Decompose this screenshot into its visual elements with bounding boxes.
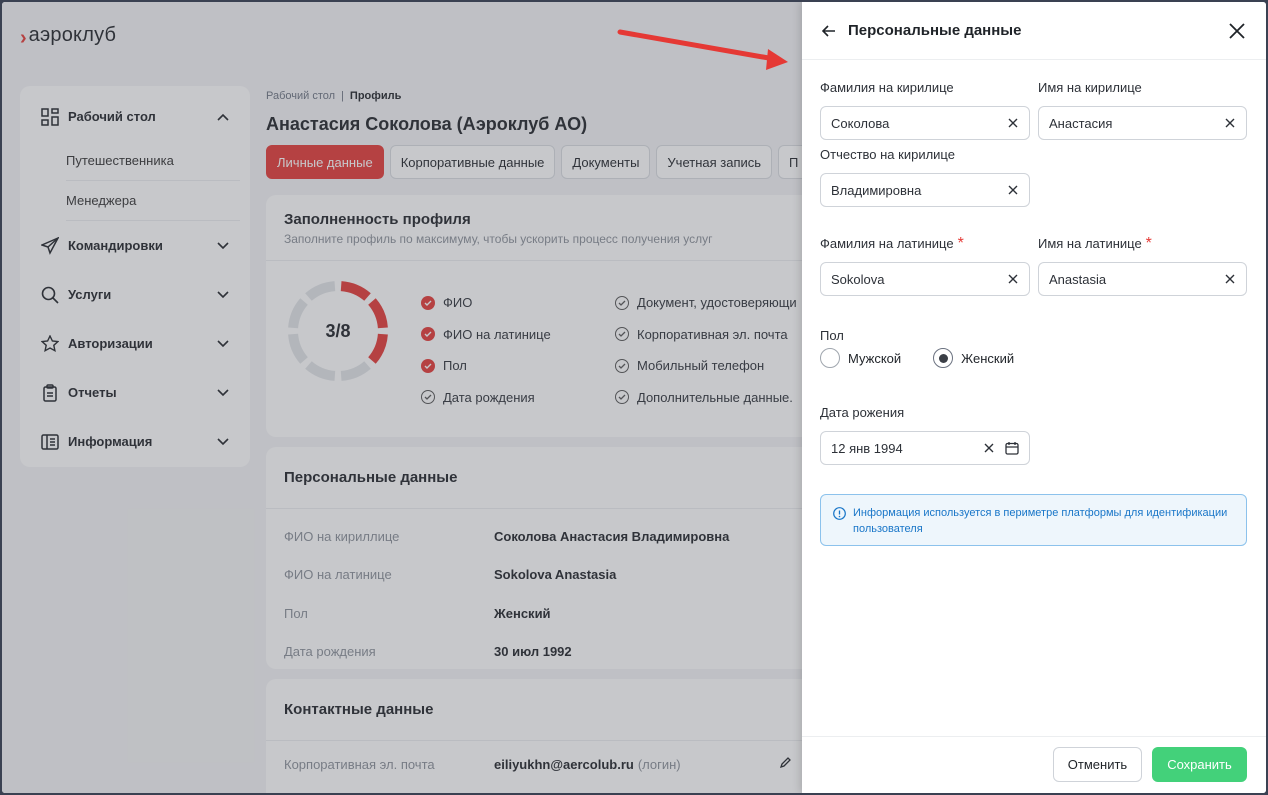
info-icon <box>833 507 846 520</box>
gender-radio-group: Мужской Женский <box>820 348 1014 368</box>
info-notice: Информация используется в периметре плат… <box>820 494 1247 546</box>
middle-name-cyrillic-input[interactable]: Владимировна <box>820 173 1030 207</box>
first-name-latin-field: Имя на латинице * Anastasia <box>1038 236 1247 296</box>
field-label: Фамилия на кирилице <box>820 80 954 95</box>
last-name-cyrillic-field: Фамилия на кирилице Соколова <box>820 80 1030 140</box>
field-label: Дата рожения <box>820 405 905 420</box>
clear-icon[interactable] <box>1224 117 1236 129</box>
radio-circle-icon <box>820 348 840 368</box>
birth-date-field: Дата рожения 12 янв 1994 <box>820 405 1030 465</box>
last-name-latin-field: Фамилия на латинице * Sokolova <box>820 236 1030 296</box>
clear-icon[interactable] <box>1007 273 1019 285</box>
calendar-icon[interactable] <box>1005 441 1019 455</box>
field-label: Имя на кирилице <box>1038 80 1142 95</box>
app-window: › аэроклуб Рабочий стол Путешественника … <box>2 2 1266 793</box>
gender-radio-female[interactable]: Женский <box>933 348 1014 368</box>
first-name-latin-input[interactable]: Anastasia <box>1038 262 1247 296</box>
gender-label: Пол <box>820 328 844 343</box>
clear-icon[interactable] <box>1224 273 1236 285</box>
field-label: Фамилия на латинице * <box>820 235 964 252</box>
back-arrow-icon[interactable] <box>822 23 838 39</box>
radio-selected-icon <box>933 348 954 368</box>
first-name-cyrillic-input[interactable]: Анастасия <box>1038 106 1247 140</box>
drawer-footer: Отменить Сохранить <box>802 736 1266 793</box>
clear-icon[interactable] <box>1007 117 1019 129</box>
required-marker: * <box>957 235 964 252</box>
save-button[interactable]: Сохранить <box>1152 747 1247 782</box>
last-name-cyrillic-input[interactable]: Соколова <box>820 106 1030 140</box>
drawer-title: Персональные данные <box>848 22 1022 39</box>
cancel-button[interactable]: Отменить <box>1053 747 1142 782</box>
info-notice-text: Информация используется в периметре плат… <box>853 507 1228 535</box>
clear-icon[interactable] <box>983 442 995 454</box>
required-marker: * <box>1145 235 1152 252</box>
last-name-latin-input[interactable]: Sokolova <box>820 262 1030 296</box>
field-label: Отчество на кирилице <box>820 147 955 162</box>
annotation-arrow-icon <box>617 29 788 70</box>
field-label: Имя на латинице * <box>1038 235 1152 252</box>
clear-icon[interactable] <box>1007 184 1019 196</box>
gender-radio-male[interactable]: Мужской <box>820 348 901 368</box>
drawer-header: Персональные данные <box>802 2 1266 60</box>
close-icon[interactable] <box>1228 22 1246 40</box>
birth-date-input[interactable]: 12 янв 1994 <box>820 431 1030 465</box>
middle-name-cyrillic-field: Отчество на кирилице Владимировна <box>820 147 1030 207</box>
first-name-cyrillic-field: Имя на кирилице Анастасия <box>1038 80 1247 140</box>
